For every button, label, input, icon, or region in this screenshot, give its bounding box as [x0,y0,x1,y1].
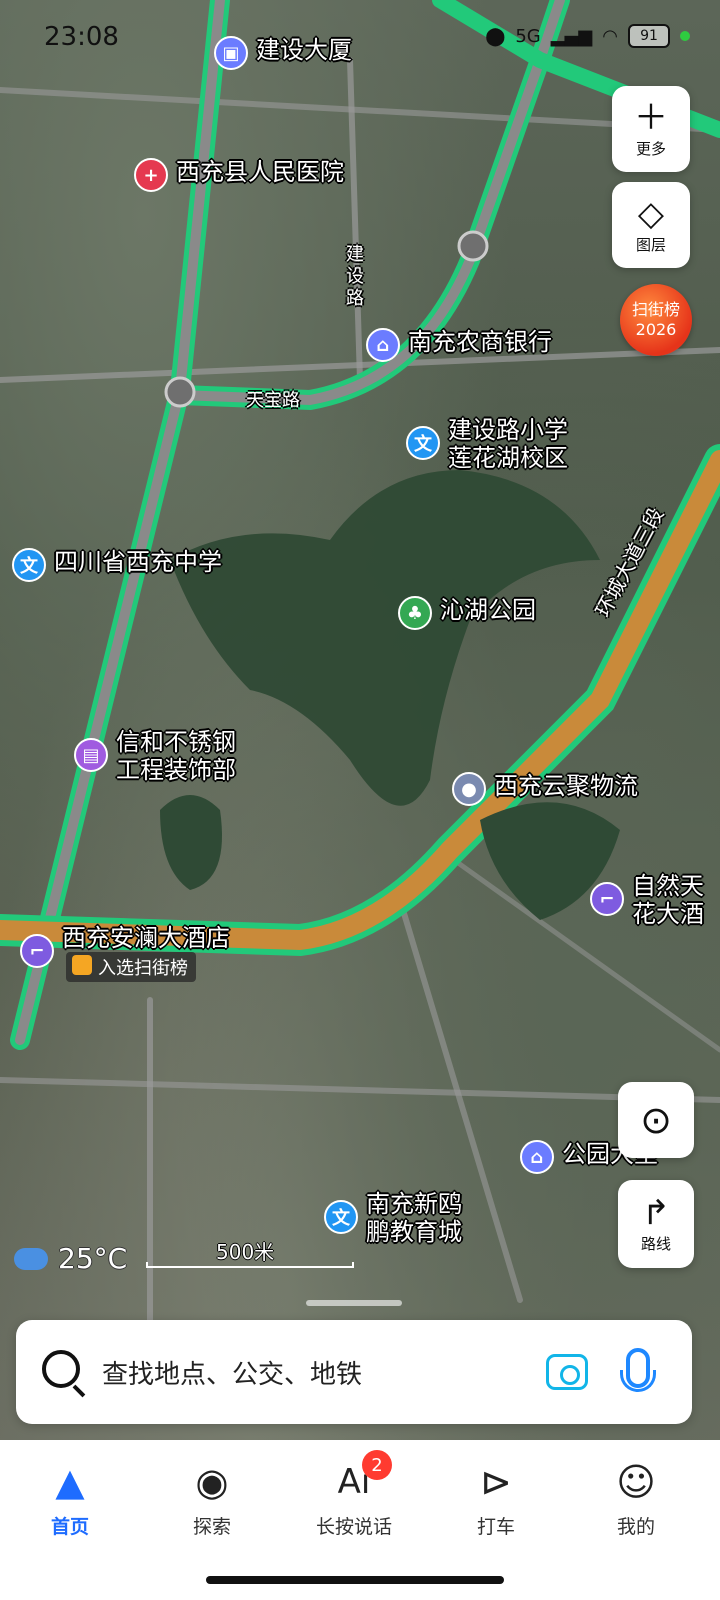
tab-explore[interactable]: ◉ 探索 [152,1456,272,1539]
school-icon: 文 [324,1200,358,1234]
network-label: 5G [515,25,541,47]
poi-label: 四川省西充中学 [54,548,222,576]
poi-label: 南充农商银行 [408,328,552,356]
ranking-hex-icon [72,955,92,975]
tab-label: 探索 [192,1516,231,1538]
poi-logistics[interactable]: ● 西充云聚物流 [452,772,638,806]
bank-icon: ⌂ [366,328,400,362]
layers-button[interactable]: ◇ 图层 [612,182,690,268]
camera-search-icon[interactable] [546,1354,588,1390]
poi-label: 西充县人民医院 [176,158,344,186]
route-button[interactable]: ↱ 路线 [618,1180,694,1268]
poi-label: 南充新鸥 鹏教育城 [366,1190,462,1246]
tab-home[interactable]: ▲ 首页 [10,1456,130,1539]
poi-shop[interactable]: ▤ 信和不锈钢 工程装饰部 [74,728,236,784]
scale-bar [146,1262,354,1268]
hotel-icon: ⌐ [20,934,54,968]
signal-icon: ▂▄▆ [550,25,593,47]
poi-label: 建设路小学 莲花湖校区 [448,416,568,472]
taxi-icon: ⊳ [480,1460,512,1504]
map-scale: 500米 [146,1236,354,1272]
hotel-icon: ⌐ [590,882,624,916]
cloud-icon [14,1247,48,1270]
poi-label: 西充云聚物流 [494,772,638,800]
status-icons: ⬤ 5G ▂▄▆ ◠ 91 [485,24,690,48]
locate-button[interactable]: ⊙ [618,1082,694,1158]
location-pin-icon: ◉ [195,1460,229,1504]
search-placeholder[interactable]: 查找地点、公交、地铁 [102,1354,362,1391]
search-icon [42,1350,80,1388]
weather-temp: 25°C [58,1242,128,1275]
tag-label: 入选扫街榜 [98,958,188,979]
home-indicator[interactable] [206,1576,504,1584]
poi-school-jianshe[interactable]: 文 建设路小学 莲花湖校区 [406,416,568,472]
map-view[interactable]: 建 设 路 天宝路 环城大道三段 ▣ 建设大厦 + 西充县人民医院 ⌂ 南充农商… [0,0,720,1440]
route-label: 路线 [640,1234,671,1253]
road-label-jianshe: 建 设 路 [346,244,364,309]
battery-icon: 91 [628,24,670,48]
poi-label: 沁湖公园 [440,596,536,624]
search-bar[interactable]: 查找地点、公交、地铁 [16,1320,692,1424]
route-arrow-icon: ↱ [641,1192,671,1233]
poi-hotel-ziran[interactable]: ⌐ 自然天 花大酒 [590,872,704,928]
street-ranking-badge[interactable]: 扫街榜 2026 [620,284,692,356]
layers-icon: ◇ [637,193,665,234]
park-icon: ♣ [398,596,432,630]
poi-school-xichong[interactable]: 文 四川省西充中学 [12,548,222,582]
indicator-dot [680,31,690,41]
poi-park[interactable]: ♣ 沁湖公园 [398,596,536,630]
poi-hospital[interactable]: + 西充县人民医院 [134,158,344,192]
layers-label: 图层 [635,235,666,254]
profile-icon: ☺ [616,1460,656,1504]
badge-title: 扫街榜 [631,300,680,319]
poi-dot-icon: ● [452,772,486,806]
street-ranking-tag[interactable]: 入选扫街榜 [66,952,196,982]
wifi-icon: ◠ [602,25,618,47]
shop-icon: ▤ [74,738,108,772]
poi-label: 西充安澜大酒店 [62,924,230,952]
status-time: 23:08 [44,22,119,52]
poi-label: 信和不锈钢 工程装饰部 [116,728,236,784]
badge-year: 2026 [635,320,677,339]
navigation-arrow-icon: ▲ [55,1460,85,1504]
tab-voice[interactable]: Ai 2 长按说话 [294,1450,414,1539]
poi-label: 自然天 花大酒 [632,872,704,928]
poi-bank[interactable]: ⌂ 南充农商银行 [366,328,552,362]
voice-mic-icon[interactable] [620,1348,656,1392]
tab-label: 长按说话 [315,1516,392,1538]
location-icon: ⬤ [485,25,506,47]
scale-label: 500米 [216,1240,275,1264]
more-label: 更多 [635,139,666,158]
tab-taxi[interactable]: ⊳ 打车 [436,1456,556,1539]
notification-badge: 2 [362,1450,392,1480]
weather-widget[interactable]: 25°C [14,1242,127,1275]
road-label-tianbao: 天宝路 [246,390,300,411]
building-icon: ⌂ [520,1140,554,1174]
school-icon: 文 [406,426,440,460]
locate-target-icon: ⊙ [640,1098,672,1142]
hospital-icon: + [134,158,168,192]
drag-handle[interactable] [306,1300,402,1306]
more-button[interactable]: ＋ 更多 [612,86,690,172]
status-bar: 23:08 ⬤ 5G ▂▄▆ ◠ 91 [0,0,720,70]
school-icon: 文 [12,548,46,582]
tab-label: 首页 [50,1516,89,1538]
tab-label: 打车 [476,1516,515,1538]
tab-profile[interactable]: ☺ 我的 [576,1456,696,1539]
tab-label: 我的 [616,1516,655,1538]
plus-icon: ＋ [634,97,668,138]
